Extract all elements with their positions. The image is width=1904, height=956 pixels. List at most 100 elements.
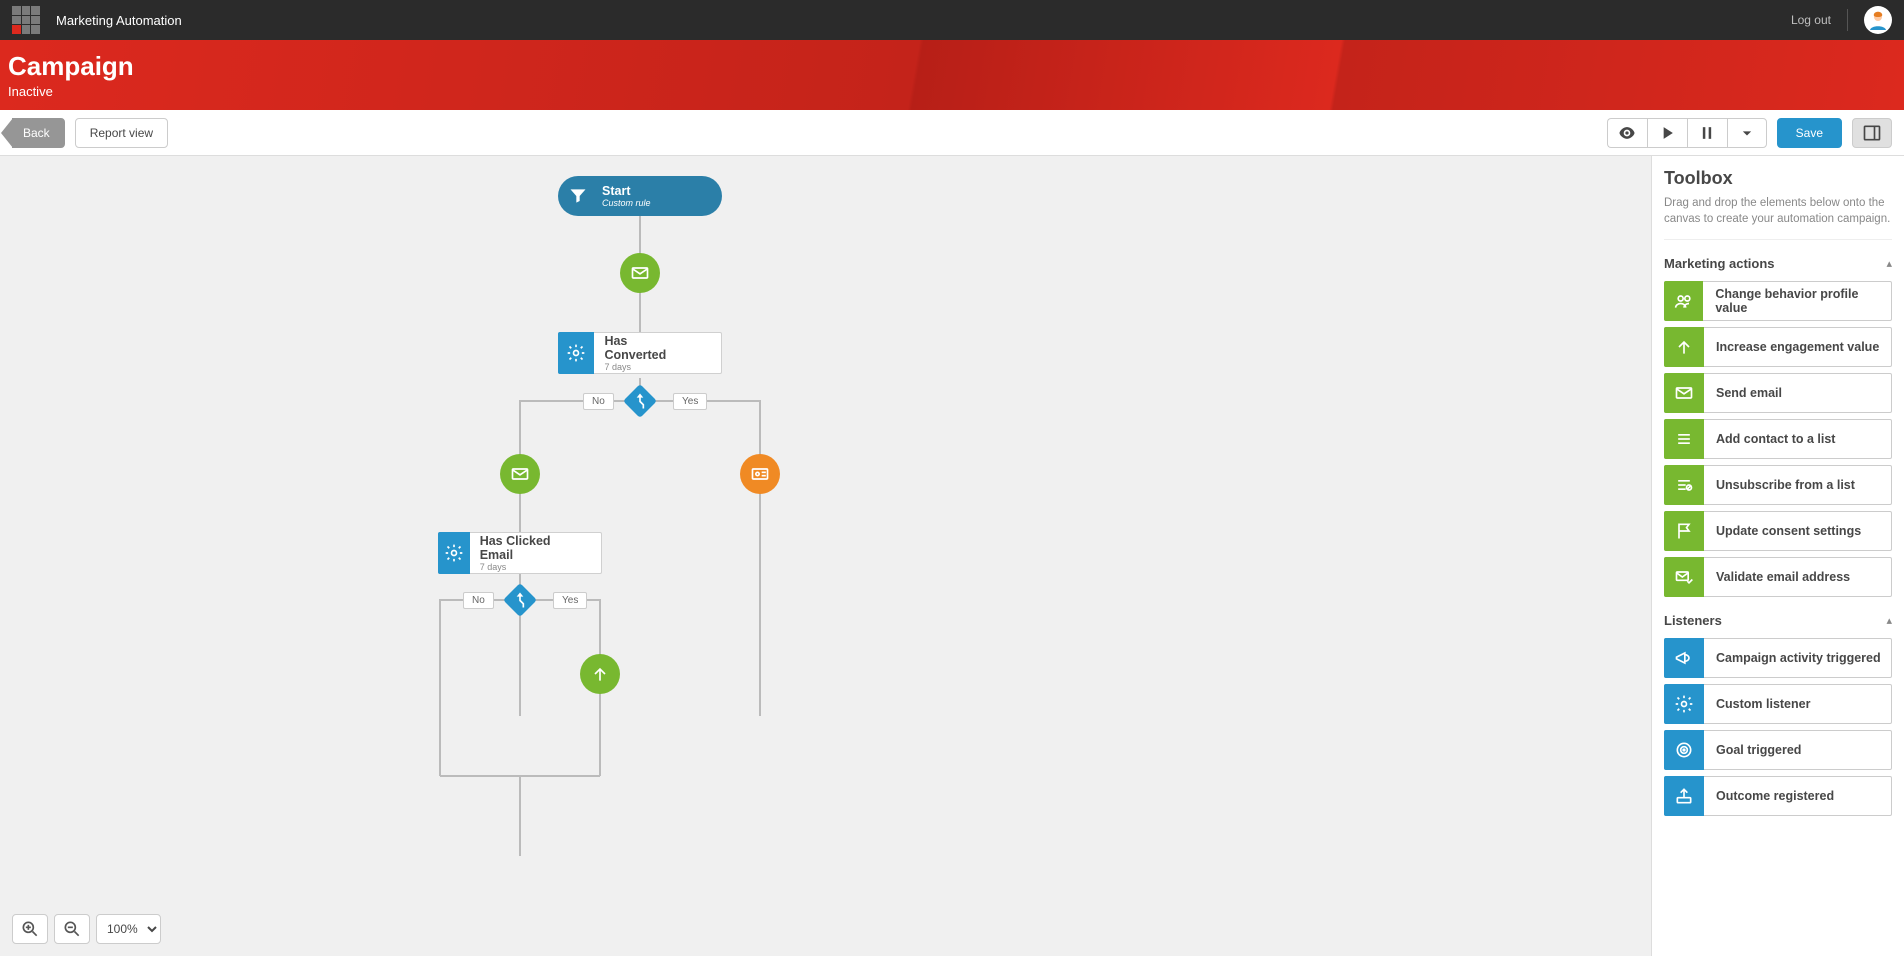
branch-no-2: No — [463, 592, 494, 609]
target-icon — [1664, 730, 1704, 770]
tool-send-email[interactable]: Send email — [1664, 373, 1892, 413]
zoom-in-icon — [20, 919, 40, 939]
branch-yes: Yes — [673, 393, 707, 410]
email-icon — [1664, 373, 1704, 413]
section-label: Listeners — [1664, 613, 1722, 628]
pause-button[interactable] — [1687, 118, 1727, 148]
tool-label: Outcome registered — [1704, 789, 1834, 803]
tool-label: Increase engagement value — [1704, 340, 1879, 354]
toolbox-description: Drag and drop the elements below onto th… — [1664, 195, 1892, 240]
preview-button[interactable] — [1607, 118, 1647, 148]
zoom-out-icon — [62, 919, 82, 939]
tool-goal-triggered[interactable]: Goal triggered — [1664, 730, 1892, 770]
playback-controls — [1607, 118, 1767, 148]
node-start[interactable]: Start Custom rule — [558, 176, 722, 216]
gear-icon — [1664, 684, 1704, 724]
zoom-controls: 100% — [12, 914, 161, 944]
users-icon — [1664, 281, 1703, 321]
chevron-up-icon: ▴ — [1886, 614, 1892, 627]
zoom-in-button[interactable] — [12, 914, 48, 944]
arrow-up-icon — [590, 664, 610, 684]
email-icon — [630, 263, 650, 283]
caret-down-icon — [1737, 123, 1757, 143]
eye-icon — [1617, 123, 1637, 143]
toolbox-panel: Toolbox Drag and drop the elements below… — [1651, 156, 1904, 956]
flag-icon — [1664, 511, 1704, 551]
play-icon — [1657, 123, 1677, 143]
save-button[interactable]: Save — [1777, 118, 1842, 148]
tool-custom-listener[interactable]: Custom listener — [1664, 684, 1892, 724]
node-send-email-1[interactable] — [620, 253, 660, 293]
section-marketing-actions: Marketing actions ▴ Change behavior prof… — [1664, 256, 1892, 597]
tool-label: Unsubscribe from a list — [1704, 478, 1855, 492]
node-send-email-2[interactable] — [500, 454, 540, 494]
split-icon — [510, 590, 530, 610]
play-button[interactable] — [1647, 118, 1687, 148]
branch-no: No — [583, 393, 614, 410]
node-contact-card[interactable] — [740, 454, 780, 494]
list-remove-icon — [1664, 465, 1704, 505]
panel-right-icon — [1862, 123, 1882, 143]
node-has-clicked[interactable]: Has Clicked Email 7 days — [438, 532, 602, 574]
node-subtitle: Custom rule — [602, 198, 651, 208]
app-title: Marketing Automation — [56, 13, 182, 28]
gear-icon — [438, 532, 470, 574]
arrow-up-icon — [1664, 327, 1704, 367]
tool-update-consent[interactable]: Update consent settings — [1664, 511, 1892, 551]
page-title: Campaign — [8, 51, 1896, 82]
toolbox-title: Toolbox — [1664, 168, 1892, 189]
node-subtitle: 7 days — [480, 562, 561, 572]
tool-label: Update consent settings — [1704, 524, 1861, 538]
contact-icon — [750, 464, 770, 484]
section-listeners: Listeners ▴ Campaign activity triggered … — [1664, 613, 1892, 816]
section-label: Marketing actions — [1664, 256, 1775, 271]
node-title: Has Clicked Email — [480, 534, 561, 562]
section-header-listeners[interactable]: Listeners ▴ — [1664, 613, 1892, 628]
section-header-marketing-actions[interactable]: Marketing actions ▴ — [1664, 256, 1892, 271]
email-icon — [510, 464, 530, 484]
tool-increase-engagement[interactable]: Increase engagement value — [1664, 327, 1892, 367]
app-launcher-icon[interactable] — [12, 6, 40, 34]
tool-label: Validate email address — [1704, 570, 1850, 584]
chevron-up-icon: ▴ — [1886, 257, 1892, 270]
page-header: Campaign Inactive — [0, 40, 1904, 110]
tool-label: Send email — [1704, 386, 1782, 400]
tool-label: Add contact to a list — [1704, 432, 1835, 446]
tool-label: Goal triggered — [1704, 743, 1801, 757]
page-status: Inactive — [8, 84, 1896, 99]
tool-label: Change behavior profile value — [1703, 287, 1891, 315]
node-has-converted[interactable]: Has Converted 7 days — [558, 332, 722, 374]
zoom-out-button[interactable] — [54, 914, 90, 944]
node-title: Has Converted — [604, 334, 681, 362]
tool-label: Campaign activity triggered — [1704, 651, 1881, 665]
tool-change-behavior[interactable]: Change behavior profile value — [1664, 281, 1892, 321]
more-button[interactable] — [1727, 118, 1767, 148]
funnel-icon — [558, 176, 598, 216]
split-icon — [630, 391, 650, 411]
branch-yes-2: Yes — [553, 592, 587, 609]
logout-link[interactable]: Log out — [1791, 13, 1831, 27]
canvas[interactable]: Start Custom rule Has Converted 7 days N… — [0, 156, 1651, 956]
tool-unsubscribe[interactable]: Unsubscribe from a list — [1664, 465, 1892, 505]
email-check-icon — [1664, 557, 1704, 597]
back-button[interactable]: Back — [12, 118, 65, 148]
report-view-button[interactable]: Report view — [75, 118, 168, 148]
pause-icon — [1697, 123, 1717, 143]
tool-campaign-triggered[interactable]: Campaign activity triggered — [1664, 638, 1892, 678]
tool-label: Custom listener — [1704, 697, 1810, 711]
global-top-bar: Marketing Automation Log out — [0, 0, 1904, 40]
node-title: Start — [602, 184, 651, 198]
list-icon — [1664, 419, 1704, 459]
avatar[interactable] — [1864, 6, 1892, 34]
divider — [1847, 9, 1848, 31]
gear-icon — [558, 332, 594, 374]
tool-add-to-list[interactable]: Add contact to a list — [1664, 419, 1892, 459]
zoom-select[interactable]: 100% — [96, 914, 161, 944]
megaphone-icon — [1664, 638, 1704, 678]
tool-validate-email[interactable]: Validate email address — [1664, 557, 1892, 597]
node-increase-engagement[interactable] — [580, 654, 620, 694]
tool-outcome-registered[interactable]: Outcome registered — [1664, 776, 1892, 816]
toolbox-toggle[interactable] — [1852, 118, 1892, 148]
node-subtitle: 7 days — [604, 362, 681, 372]
action-bar: Back Report view Save — [0, 110, 1904, 156]
